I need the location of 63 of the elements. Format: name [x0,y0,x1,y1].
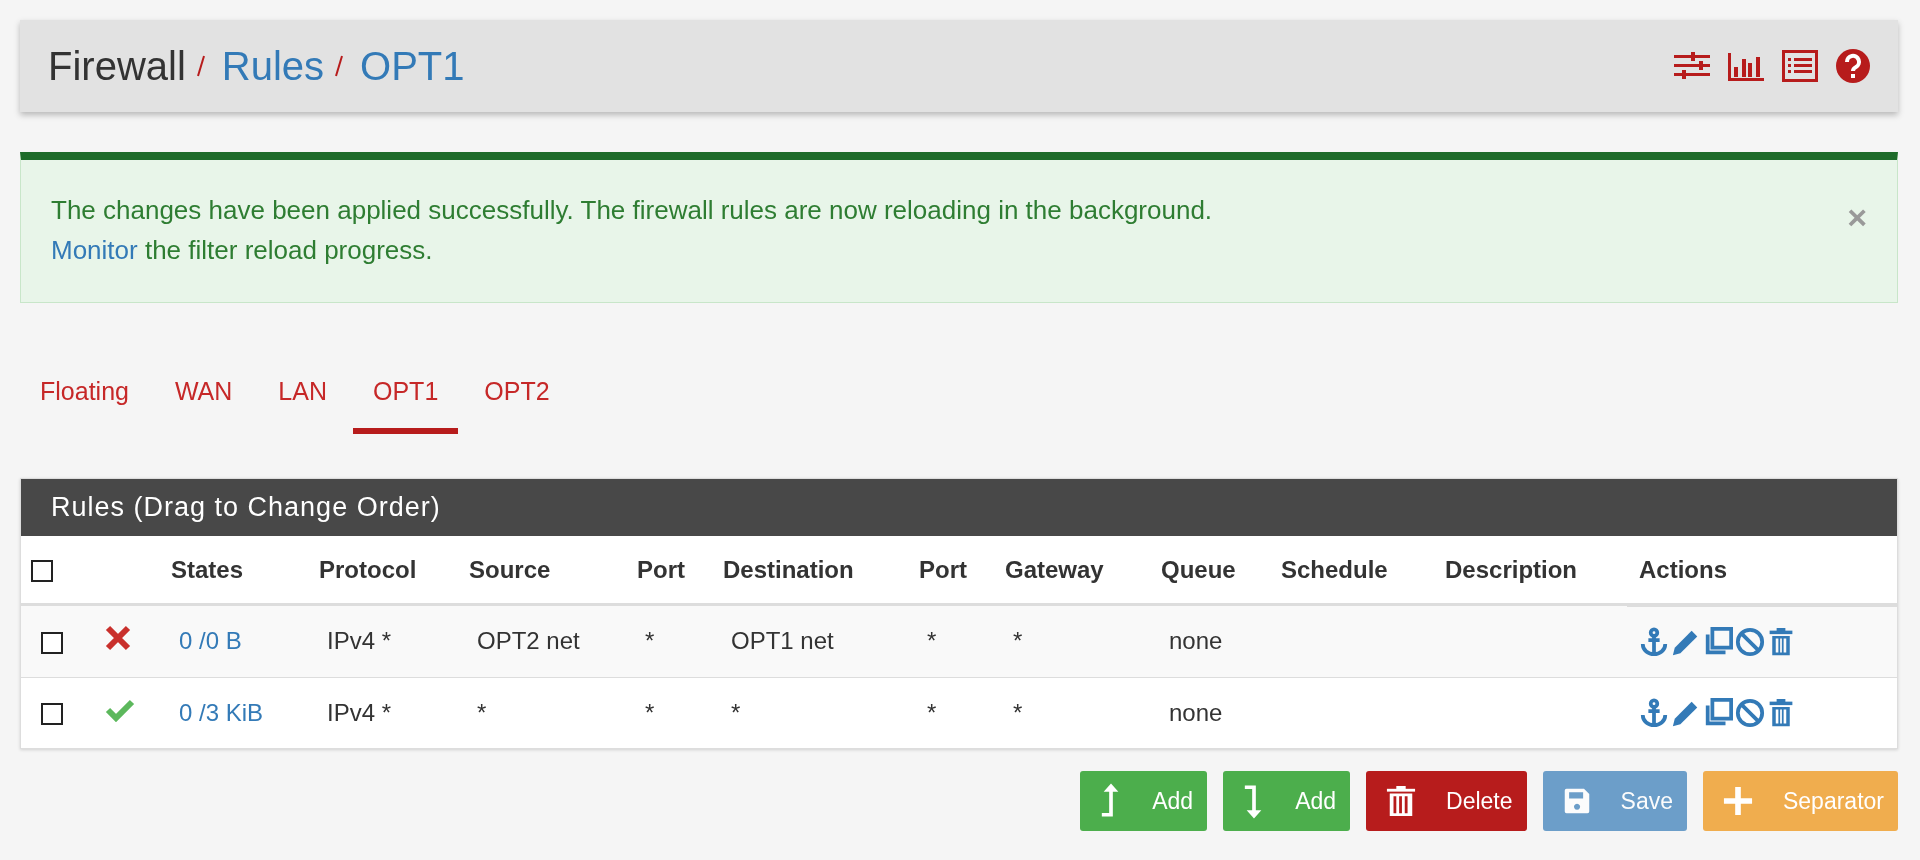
table-cell: * [477,698,487,726]
tab[interactable]: LAN [258,367,347,434]
column-header: Description [1445,555,1578,583]
table-cell: IPv4 * [327,627,392,655]
disable-icon[interactable] [1735,698,1765,728]
delete-button[interactable]: Delete [1366,771,1527,831]
table-cell: * [645,627,655,655]
column-header: Schedule [1281,555,1388,583]
delete-icon[interactable] [1767,698,1795,728]
close-button[interactable]: × [1847,200,1867,234]
states-link[interactable]: 0 /3 KiB [171,698,264,726]
tab[interactable]: OPT2 [464,367,570,434]
disable-icon[interactable] [1735,627,1765,657]
select-all-checkbox[interactable] [31,560,53,583]
copy-icon[interactable] [1703,627,1733,657]
breadcrumb-link[interactable]: OPT1 [360,43,465,89]
table-cell: * [731,698,741,726]
table-cell: IPv4 * [327,698,392,726]
table-cell: * [645,698,655,726]
column-header: Queue [1161,555,1236,583]
list-icon[interactable] [1782,50,1818,82]
column-header: Port [919,555,967,583]
delete-icon[interactable] [1767,627,1795,657]
column-header: States [171,555,244,583]
add-button[interactable]: Add [1080,771,1208,831]
table-cell: none [1169,627,1223,655]
column-header: Protocol [319,555,417,583]
breadcrumb-separator-icon [334,54,345,78]
help-icon[interactable] [1836,49,1870,83]
breadcrumb-text: Firewall [48,43,186,89]
table-cell: OPT2 net [477,627,580,655]
monitor-link[interactable]: Monitor [51,235,138,265]
column-header: Port [637,555,685,583]
breadcrumb-separator-icon [195,54,206,78]
settings-icon[interactable] [1674,52,1710,80]
anchor-icon[interactable] [1639,698,1669,728]
bar-chart-icon[interactable] [1728,51,1764,81]
copy-icon[interactable] [1703,698,1733,728]
save-icon [1562,787,1591,815]
table-cell: * [927,698,937,726]
plus-icon [1723,786,1753,816]
table-cell: none [1169,698,1223,726]
states-link[interactable]: 0 /0 B [171,627,242,655]
alert-message: The changes have been applied successfully. The firewall rules are now reloading in the background. [51,194,1213,227]
trash-icon [1386,786,1417,816]
row-checkbox[interactable] [41,631,63,654]
table-cell: * [927,627,937,655]
table-cell: * [1013,627,1023,655]
tab[interactable]: WAN [154,367,253,434]
add-button[interactable]: Add [1223,771,1351,831]
row-checkbox[interactable] [41,703,63,726]
panel-heading: Rules (Drag to Change Order) [21,479,1897,536]
column-header: Actions [1639,555,1727,583]
tab[interactable]: OPT1 [353,367,459,434]
tab[interactable]: Floating [20,367,149,434]
column-header: Gateway [1005,555,1104,583]
anchor-icon[interactable] [1639,627,1669,657]
alert-message: the filter reload progress. [143,235,433,265]
column-header: Source [469,555,551,583]
breadcrumb-link[interactable]: Rules [221,43,325,89]
column-header: Destination [723,555,854,583]
table-cell: OPT1 net [731,627,834,655]
table-cell: * [1013,698,1023,726]
